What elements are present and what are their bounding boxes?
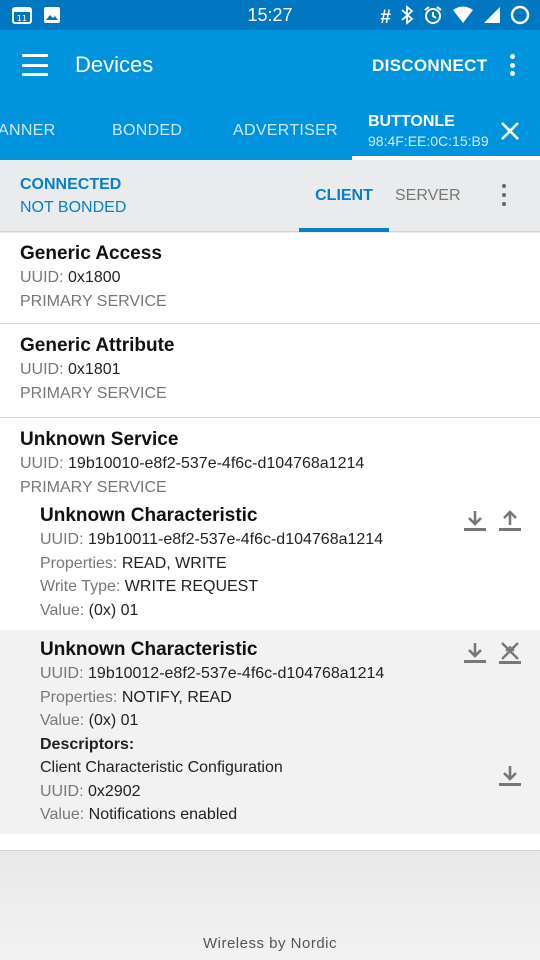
characteristic-properties: NOTIFY, READ: [121, 689, 232, 706]
characteristic-value: (0x) 01: [88, 602, 139, 619]
list-item[interactable]: Generic Attribute UUID: 0x1801 PRIMARY S…: [0, 324, 540, 418]
service-type: PRIMARY SERVICE: [20, 479, 167, 496]
tab-device-address: 98:4F:EE:0C:15:B9: [368, 133, 489, 149]
list-item[interactable]: Generic Access UUID: 0x1800 PRIMARY SERV…: [0, 233, 540, 324]
value-label: Value:: [40, 602, 85, 619]
descriptor-value: Notifications enabled: [88, 806, 238, 823]
connection-header: CONNECTED NOT BONDED CLIENT SERVER: [0, 160, 540, 232]
hamburger-menu-icon[interactable]: [18, 50, 52, 80]
characteristic-uuid: 19b10011-e8f2-537e-4f6c-d104768a1214: [88, 531, 384, 548]
page-title: Devices: [75, 52, 154, 77]
uuid-label: UUID:: [40, 531, 84, 548]
tab-client[interactable]: CLIENT: [299, 160, 389, 232]
footer: Wireless by Nordic: [0, 850, 540, 960]
characteristic-row[interactable]: Unknown Characteristic UUID: 19b10012-e8…: [0, 630, 540, 834]
bond-status: NOT BONDED: [20, 199, 127, 216]
alarm-icon: [423, 5, 443, 30]
write-upload-icon[interactable]: [497, 508, 523, 534]
tab-advertiser[interactable]: ADVERTISER: [233, 122, 338, 140]
descriptor-name: Client Characteristic Configuration: [40, 759, 283, 776]
service-uuid: 19b10010-e8f2-537e-4f6c-d104768a1214: [68, 455, 365, 472]
battery-icon: [510, 5, 530, 30]
read-download-icon[interactable]: [462, 508, 488, 534]
write-type-label: Write Type:: [40, 578, 121, 595]
properties-label: Properties:: [40, 689, 118, 706]
client-overflow-menu-icon[interactable]: [492, 182, 516, 208]
wifi-icon: [452, 6, 474, 29]
properties-label: Properties:: [40, 555, 118, 572]
tab-server[interactable]: SERVER: [395, 187, 461, 205]
device-tabs: ANNER BONDED ADVERTISER BUTTONLE 98:4F:E…: [0, 100, 540, 160]
service-uuid: 0x1801: [68, 361, 121, 378]
tab-device-name: BUTTONLE: [368, 113, 455, 130]
connection-status: CONNECTED: [20, 176, 122, 193]
notifications-disable-icon[interactable]: [497, 640, 523, 666]
characteristic-value: (0x) 01: [88, 712, 139, 729]
uuid-label: UUID:: [40, 783, 84, 800]
bluetooth-icon: [400, 5, 414, 30]
uuid-label: UUID:: [20, 269, 64, 286]
service-name: Unknown Service: [20, 429, 179, 450]
descriptor-read-download-icon[interactable]: [497, 763, 523, 789]
service-name: Generic Access: [20, 243, 162, 264]
characteristic-name: Unknown Characteristic: [40, 639, 258, 660]
value-label: Value:: [40, 806, 85, 823]
characteristic-name: Unknown Characteristic: [40, 505, 258, 526]
characteristic-row[interactable]: Unknown Characteristic UUID: 19b10011-e8…: [0, 502, 540, 630]
footer-brand-text: Wireless by Nordic: [202, 935, 338, 952]
read-download-icon[interactable]: [462, 640, 488, 666]
tab-client-label: CLIENT: [315, 187, 373, 204]
hash-icon: #: [380, 6, 391, 28]
service-type: PRIMARY SERVICE: [20, 293, 167, 310]
close-icon[interactable]: [500, 121, 520, 141]
service-uuid: 0x1800: [68, 269, 121, 286]
app-bar: Devices DISCONNECT: [0, 30, 540, 100]
services-list: Generic Access UUID: 0x1800 PRIMARY SERV…: [0, 233, 540, 850]
disconnect-button[interactable]: DISCONNECT: [372, 56, 487, 76]
uuid-label: UUID:: [20, 361, 64, 378]
tab-bonded[interactable]: BONDED: [112, 122, 182, 140]
descriptors-heading: Descriptors:: [40, 736, 135, 753]
tab-indicator: [299, 228, 389, 232]
characteristic-write-type: WRITE REQUEST: [124, 578, 259, 595]
characteristic-properties: READ, WRITE: [121, 555, 227, 572]
overflow-menu-icon[interactable]: [500, 50, 524, 80]
uuid-label: UUID:: [40, 665, 84, 682]
descriptor-uuid: 0x2902: [88, 783, 141, 800]
status-bar: 11 15:27 #: [0, 0, 540, 30]
tab-scanner[interactable]: ANNER: [0, 122, 56, 140]
value-label: Value:: [40, 712, 85, 729]
signal-icon: [483, 6, 501, 29]
service-name: Generic Attribute: [20, 335, 175, 356]
characteristic-uuid: 19b10012-e8f2-537e-4f6c-d104768a1214: [88, 665, 385, 682]
service-type: PRIMARY SERVICE: [20, 385, 167, 402]
list-item[interactable]: Unknown Service UUID: 19b10010-e8f2-537e…: [0, 418, 540, 850]
uuid-label: UUID:: [20, 455, 64, 472]
